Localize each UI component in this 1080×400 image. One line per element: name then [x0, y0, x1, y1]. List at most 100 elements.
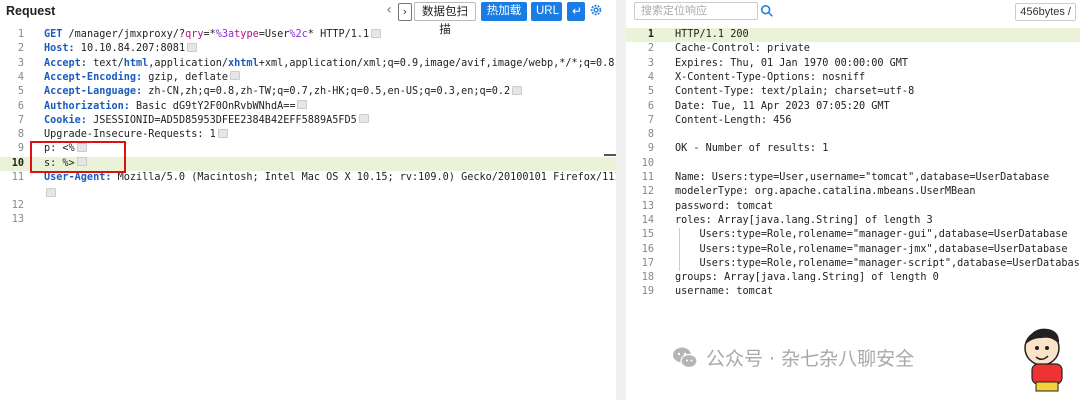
response-line[interactable]: 14 roles: Array[java.lang.String] of leng…: [626, 214, 1080, 228]
request-line[interactable]: 12: [0, 199, 616, 213]
line-number: 7: [647, 114, 654, 126]
next-arrow-icon[interactable]: ›: [398, 3, 412, 21]
line-number: 11: [641, 172, 654, 183]
line-end-icon: [512, 85, 523, 95]
response-line[interactable]: 18 groups: Array[java.lang.String] of len…: [626, 271, 1080, 285]
line-end-icon: [187, 42, 198, 52]
code-token: Basic dG9tY2F0OnRvbWNhdA==: [129, 100, 296, 112]
line-end-icon: [358, 114, 369, 124]
code-token: ,application/: [148, 57, 229, 69]
request-line-text: Accept-Language: zh-CN,zh;q=0.8,zh-TW;q=…: [44, 85, 523, 99]
response-line[interactable]: 5 Content-Type: text/plain; charset=utf-8: [626, 85, 1080, 99]
line-number: 3: [647, 57, 654, 69]
line-end-icon: [297, 100, 308, 109]
previous-arrow-icon[interactable]: ‹: [382, 2, 396, 18]
code-token: xhtml: [228, 57, 259, 69]
response-line-text: Users:type=Role,rolename="manager-jmx",d…: [675, 243, 1068, 255]
request-line[interactable]: 3 Accept: text/html,application/xhtml+xml…: [0, 57, 616, 71]
request-line[interactable]: 2 Host: 10.10.84.207:8081: [0, 42, 616, 56]
line-number: 8: [647, 129, 654, 141]
response-line[interactable]: 9 OK - Number of results: 1: [626, 142, 1080, 156]
response-size-badge: 456bytes /: [1015, 3, 1076, 21]
search-icon[interactable]: [760, 4, 774, 18]
response-line-text: X-Content-Type-Options: nosniff: [675, 71, 866, 83]
code-token: Mozilla/5.0 (Macintosh; Intel Mac OS X 1…: [111, 172, 616, 183]
request-title: Request: [6, 4, 56, 18]
code-token: text/: [86, 57, 124, 69]
request-line[interactable]: 11 User-Agent: Mozilla/5.0 (Macintosh; In…: [0, 171, 616, 185]
line-number: 13: [11, 214, 24, 226]
code-token: qry: [185, 29, 204, 40]
response-line[interactable]: 16 Users:type=Role,rolename="manager-jmx…: [626, 243, 1080, 257]
request-line[interactable]: 1 GET /manager/jmxproxy/?qry=*%3atype=Use…: [0, 28, 616, 42]
url-button[interactable]: URL: [531, 2, 562, 21]
line-number: 2: [647, 43, 654, 55]
request-line[interactable]: 4 Accept-Encoding: gzip, deflate: [0, 71, 616, 85]
request-line-text: Host: 10.10.84.207:8081: [44, 42, 198, 56]
response-line[interactable]: 19 username: tomcat: [626, 285, 1080, 299]
request-line-text: Accept: text/html,application/xhtml+xml,…: [44, 57, 616, 71]
line-number: 13: [641, 200, 654, 212]
response-line[interactable]: 15 Users:type=Role,rolename="manager-gui…: [626, 228, 1080, 242]
response-line-text: roles: Array[java.lang.String] of length…: [675, 214, 933, 226]
hot-load-button[interactable]: 热加载: [481, 2, 527, 21]
code-token: +xml,application/xml;q=0.9,image/avif,im…: [258, 57, 615, 69]
response-line[interactable]: 2 Cache-Control: private: [626, 42, 1080, 56]
gear-icon[interactable]: [589, 3, 603, 17]
response-line[interactable]: 12 modelerType: org.apache.catalina.mbean…: [626, 185, 1080, 199]
packet-scan-button[interactable]: 数据包扫描: [414, 2, 476, 36]
line-number: 2: [17, 43, 24, 55]
line-number: 15: [641, 229, 654, 241]
response-line[interactable]: 17 Users:type=Role,rolename="manager-scr…: [626, 257, 1080, 271]
response-line[interactable]: 7 Content-Length: 456: [626, 114, 1080, 128]
response-line[interactable]: 1 HTTP/1.1 200: [626, 28, 1080, 43]
request-line-text: Authorization: Basic dG9tY2F0OnRvbWNhdA=…: [44, 100, 308, 114]
line-end-icon: [217, 128, 228, 138]
response-panel: 搜索定位响应 456bytes / 1 HTTP/1.1 200 2 Cache-Co…: [626, 0, 1080, 400]
code-token: Accept-Language:: [44, 86, 143, 98]
line-number: 12: [11, 199, 24, 211]
line-number: 5: [17, 86, 24, 98]
request-line[interactable]: 6 Authorization: Basic dG9tY2F0OnRvbWNhdA…: [0, 100, 616, 114]
line-number: 19: [641, 286, 654, 298]
line-number: 4: [17, 71, 24, 83]
request-editor[interactable]: 1 GET /manager/jmxproxy/?qry=*%3atype=Use…: [0, 28, 616, 400]
code-token: Authorization:: [44, 100, 130, 112]
response-line[interactable]: 4 X-Content-Type-Options: nosniff: [626, 71, 1080, 85]
wechat-icon: [673, 347, 698, 368]
response-line-text: Expires: Thu, 01 Jan 1970 00:00:00 GMT: [675, 57, 909, 69]
watermark-text: 公众号 · 杂七杂八聊安全: [706, 348, 915, 370]
code-token: %3a: [215, 29, 235, 40]
line-number: 10: [641, 157, 654, 169]
response-line-text: Content-Type: text/plain; charset=utf-8: [675, 86, 915, 98]
response-line[interactable]: 3 Expires: Thu, 01 Jan 1970 00:00:00 GMT: [626, 57, 1080, 71]
response-line[interactable]: 10: [626, 157, 1080, 171]
response-line[interactable]: 8: [626, 128, 1080, 142]
response-line[interactable]: 13 password: tomcat: [626, 200, 1080, 214]
code-token: =*: [203, 29, 216, 40]
enter-icon[interactable]: ↵: [567, 2, 585, 21]
code-token: %2c: [289, 29, 308, 40]
code-token: Upgrade-Insecure-Requests: 1: [44, 129, 216, 141]
line-number: 1: [647, 29, 654, 40]
line-number: 16: [641, 243, 654, 255]
request-line[interactable]: 7 Cookie: JSESSIONID=AD5D85953DFEE2384B42…: [0, 114, 616, 128]
code-token: Cookie:: [44, 114, 87, 126]
line-number: 7: [17, 114, 24, 126]
response-search-input[interactable]: 搜索定位响应: [634, 2, 758, 20]
cartoon-mascot-icon: [1024, 328, 1063, 392]
line-end-icon: [230, 71, 241, 81]
response-line[interactable]: 6 Date: Tue, 11 Apr 2023 07:05:20 GMT: [626, 100, 1080, 114]
line-number: 4: [647, 71, 654, 83]
line-number: 17: [641, 257, 654, 269]
line-number: 9: [647, 143, 654, 155]
request-line[interactable]: 13: [0, 213, 616, 227]
response-line-text: OK - Number of results: 1: [675, 143, 829, 155]
request-line[interactable]: 5 Accept-Language: zh-CN,zh;q=0.8,zh-TW;q…: [0, 85, 616, 99]
code-token: User-Agent:: [44, 172, 112, 183]
code-token: Accept-Encoding:: [44, 71, 143, 83]
response-line[interactable]: 11 Name: Users:type=User,username="tomcat…: [626, 171, 1080, 185]
line-number: 18: [641, 272, 654, 284]
panel-splitter[interactable]: [616, 0, 626, 400]
code-token: 10.10.84.207:8081: [74, 43, 186, 55]
